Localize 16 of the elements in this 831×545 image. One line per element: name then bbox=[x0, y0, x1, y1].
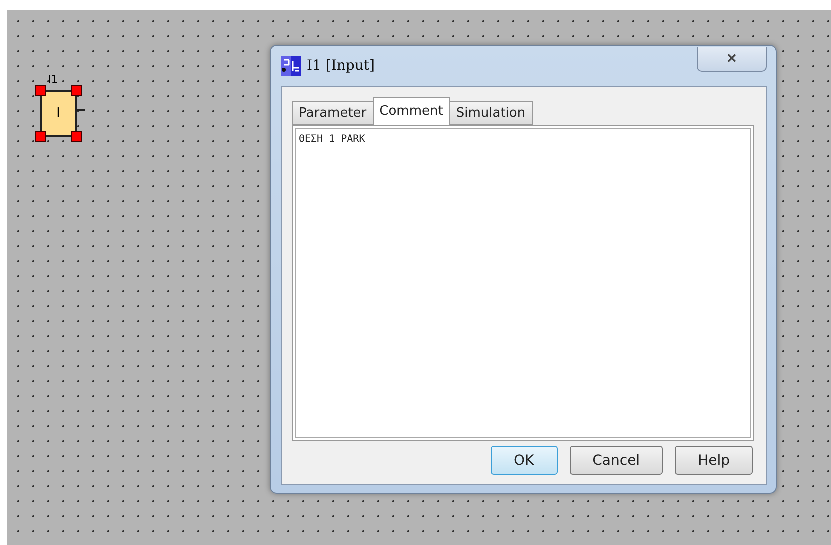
block-label: I1 bbox=[48, 73, 58, 86]
selection-handle[interactable] bbox=[35, 131, 46, 142]
dialog-button[interactable]: Help bbox=[675, 446, 753, 475]
dialog-button[interactable]: OK bbox=[490, 446, 558, 475]
input-block[interactable]: I bbox=[40, 90, 77, 137]
selection-handle[interactable] bbox=[35, 85, 46, 96]
dialog-button[interactable]: Cancel bbox=[570, 446, 664, 475]
circuit-icon bbox=[281, 56, 301, 76]
tab[interactable]: Simulation bbox=[449, 101, 533, 125]
selection-handle[interactable] bbox=[71, 85, 82, 96]
tab[interactable]: Parameter bbox=[292, 101, 374, 125]
window-title: I1 [Input] bbox=[307, 58, 376, 74]
selection-handle[interactable] bbox=[71, 131, 82, 142]
comment-field[interactable]: ΘΕΣΗ 1 PARK bbox=[292, 125, 754, 441]
close-button[interactable]: ✕ bbox=[697, 46, 767, 72]
tab[interactable]: Comment bbox=[372, 97, 450, 125]
